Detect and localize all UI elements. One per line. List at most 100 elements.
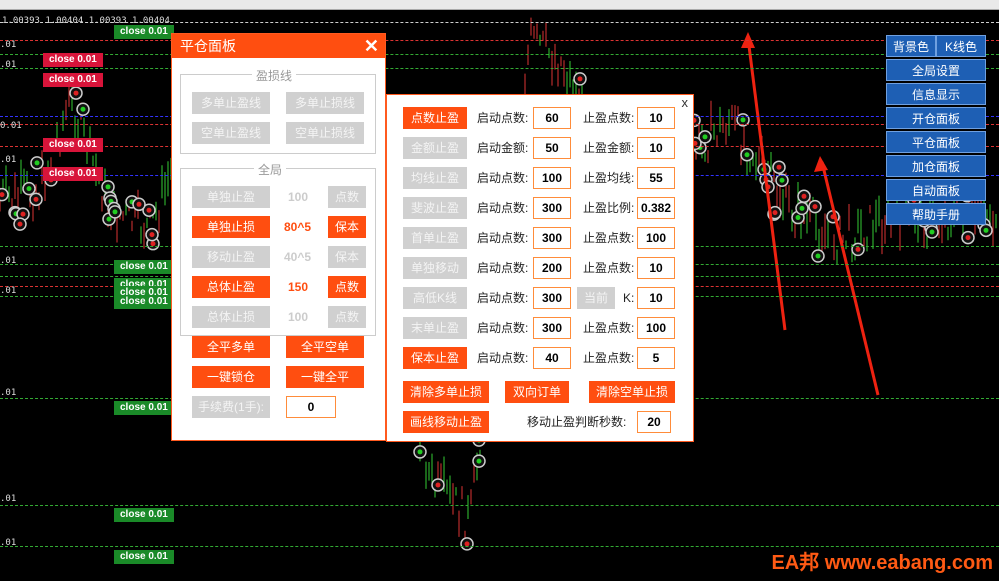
draw-trailing-button[interactable]: 画线移动止盈 (403, 411, 489, 433)
order-line[interactable] (0, 505, 999, 506)
sidebar-item[interactable]: 开仓面板 (886, 107, 986, 129)
tp-value-input[interactable]: 10 (637, 107, 675, 129)
close-order-tag[interactable]: close 0.01 (114, 550, 174, 564)
arrow-line (820, 161, 880, 396)
tp-mode-button[interactable]: 保本止盈 (403, 347, 467, 369)
close-order-tag[interactable]: close 0.01 (43, 138, 103, 152)
close-order-tag[interactable]: close 0.01 (43, 53, 103, 67)
total-sl-button[interactable]: 总体止损 (192, 306, 270, 328)
k-color-button[interactable]: K线色 (936, 35, 986, 57)
tp-mode-button[interactable]: 金额止盈 (403, 137, 467, 159)
sell-sl-line-button[interactable]: 空单止损线 (286, 122, 364, 144)
tp-value-input[interactable]: 100 (637, 317, 675, 339)
tp-mode-button[interactable]: 高低K线 (403, 287, 467, 309)
trailing-tp-mode[interactable]: 保本 (328, 246, 366, 268)
tp-mode-button[interactable]: 单独移动 (403, 257, 467, 279)
tp-mode-button[interactable]: 末单止盈 (403, 317, 467, 339)
trailing-tp-value[interactable]: 40^5 (284, 250, 311, 264)
order-marker-dot (795, 215, 801, 221)
total-sl-mode[interactable]: 点数 (328, 306, 366, 328)
trail-seconds-input[interactable]: 20 (637, 411, 671, 433)
sidebar-item[interactable]: 平仓面板 (886, 131, 986, 153)
close-order-tag[interactable]: close 0.01 (114, 25, 174, 39)
total-tp-button[interactable]: 总体止盈 (192, 276, 270, 298)
order-marker-dot (26, 186, 32, 192)
tp-mode-button[interactable]: 首单止盈 (403, 227, 467, 249)
start-value-input[interactable]: 200 (533, 257, 571, 279)
close-icon[interactable]: x (682, 95, 689, 110)
close-all-buy-button[interactable]: 全平多单 (192, 336, 270, 358)
order-line[interactable] (0, 68, 999, 69)
start-value-input[interactable]: 300 (533, 317, 571, 339)
lock-button[interactable]: 一键锁仓 (192, 366, 270, 388)
close-icon[interactable]: ✕ (364, 34, 379, 58)
single-tp-value[interactable]: 100 (288, 190, 308, 204)
total-tp-value[interactable]: 150 (288, 280, 308, 294)
order-marker-dot (776, 164, 782, 170)
tp-value-input[interactable]: 10 (637, 287, 675, 309)
close-order-tag[interactable]: close 0.01 (114, 260, 174, 274)
tp-value-input[interactable]: 5 (637, 347, 675, 369)
clear-buy-sl-button[interactable]: 清除多单止损 (403, 381, 489, 403)
tp-mode-button[interactable]: 斐波止盈 (403, 197, 467, 219)
start-value-input[interactable]: 100 (533, 167, 571, 189)
sidebar-item[interactable]: 全局设置 (886, 59, 986, 81)
close-order-tag[interactable]: close 0.01 (114, 401, 174, 415)
sidebar-item[interactable]: 自动面板 (886, 179, 986, 201)
tp-value-input[interactable]: 55 (637, 167, 675, 189)
price-label: .01 (0, 256, 17, 266)
tp-value-input[interactable]: 10 (637, 137, 675, 159)
trailing-tp-button[interactable]: 移动止盈 (192, 246, 270, 268)
order-marker-dot (744, 152, 750, 158)
sell-tp-line-button[interactable]: 空单止盈线 (192, 122, 270, 144)
single-sl-mode[interactable]: 保本 (328, 216, 366, 238)
tp-mode-button[interactable]: 点数止盈 (403, 107, 467, 129)
close-all-button[interactable]: 一键全平 (286, 366, 364, 388)
clear-sell-sl-button[interactable]: 清除空单止损 (589, 381, 675, 403)
start-value-input[interactable]: 300 (533, 227, 571, 249)
close-all-sell-button[interactable]: 全平空单 (286, 336, 364, 358)
bidirectional-order-button[interactable]: 双向订单 (505, 381, 569, 403)
buy-tp-line-button[interactable]: 多单止盈线 (192, 92, 270, 114)
row-label: 启动点数: (477, 171, 529, 185)
single-tp-mode[interactable]: 点数 (328, 186, 366, 208)
sidebar-item[interactable]: 帮助手册 (886, 203, 986, 225)
start-value-input[interactable]: 40 (533, 347, 571, 369)
close-order-tag[interactable]: close 0.01 (43, 73, 103, 87)
order-marker-dot (929, 229, 935, 235)
single-tp-button[interactable]: 单独止盈 (192, 186, 270, 208)
single-sl-button[interactable]: 单独止损 (192, 216, 270, 238)
close-order-tag[interactable]: close 0.01 (114, 508, 174, 522)
order-marker-dot (33, 196, 39, 202)
single-sl-value[interactable]: 80^5 (284, 220, 311, 234)
close-order-tag[interactable]: close 0.01 (43, 167, 103, 181)
tp-value-input[interactable]: 100 (637, 227, 675, 249)
row-label: 止盈点数: (583, 321, 635, 335)
row-label: 启动点数: (477, 111, 529, 125)
row-label: 止盈金额: (583, 141, 635, 155)
order-line[interactable] (0, 54, 999, 55)
close-order-tag[interactable]: close 0.01 (114, 295, 174, 309)
panel-header[interactable]: 平仓面板 ✕ (172, 34, 385, 58)
tp-value-input[interactable]: 0.382 (637, 197, 675, 219)
fee-input[interactable]: 0 (286, 396, 336, 418)
tp-mode-button[interactable]: 均线止盈 (403, 167, 467, 189)
total-tp-mode[interactable]: 点数 (328, 276, 366, 298)
price-label: .01 (0, 60, 17, 70)
close-position-panel[interactable]: 平仓面板 ✕ 盈损线 多单止盈线 多单止损线 空单止盈线 空单止损线 全局 单独… (171, 33, 386, 441)
start-value-input[interactable]: 60 (533, 107, 571, 129)
bg-color-button[interactable]: 背景色 (886, 35, 936, 57)
start-value-input[interactable]: 300 (533, 287, 571, 309)
current-button[interactable]: 当前 (577, 287, 615, 309)
order-line[interactable] (0, 40, 999, 41)
total-sl-value[interactable]: 100 (288, 310, 308, 324)
row-label: 启动点数: (477, 321, 529, 335)
tp-value-input[interactable]: 10 (637, 257, 675, 279)
take-profit-panel[interactable]: x 点数止盈 启动点数: 60 止盈点数: 10 金额止盈 启动金额: 50 止盈金额: 10 均线… (386, 94, 694, 442)
buy-sl-line-button[interactable]: 多单止损线 (286, 92, 364, 114)
sidebar-item[interactable]: 信息显示 (886, 83, 986, 105)
start-value-input[interactable]: 300 (533, 197, 571, 219)
start-value-input[interactable]: 50 (533, 137, 571, 159)
sidebar-item[interactable]: 加仓面板 (886, 155, 986, 177)
order-marker-dot (105, 184, 111, 190)
